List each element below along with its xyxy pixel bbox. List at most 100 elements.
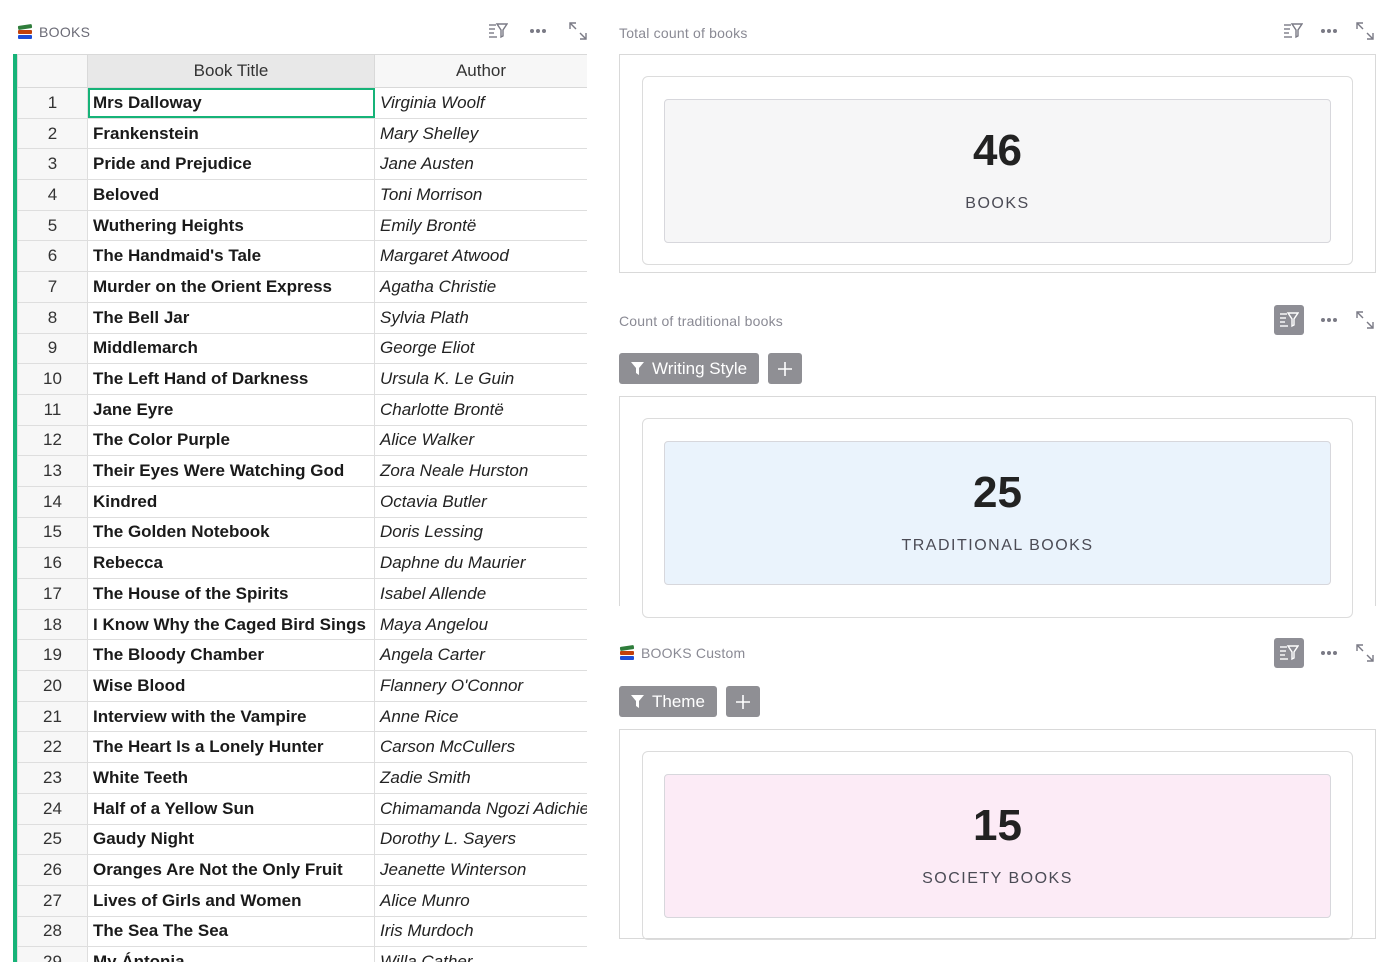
author-cell[interactable]: Willa Cather — [374, 946, 587, 962]
author-cell[interactable]: Daphne du Maurier — [374, 547, 587, 579]
book-title-cell[interactable]: The Bell Jar — [87, 301, 375, 334]
expand-icon[interactable] — [1354, 309, 1376, 331]
row-number-cell[interactable]: 18 — [17, 608, 88, 641]
total-count-title[interactable]: Total count of books — [619, 25, 748, 41]
table-row[interactable]: 17 The House of the Spirits Isabel Allende — [17, 578, 587, 610]
row-number-cell[interactable]: 16 — [17, 547, 88, 579]
row-number-cell[interactable]: 23 — [17, 762, 88, 794]
sort-filter-icon[interactable] — [1274, 305, 1304, 335]
row-number-cell[interactable]: 13 — [17, 455, 88, 487]
expand-icon[interactable] — [1354, 20, 1376, 42]
table-row[interactable]: 23 White Teeth Zadie Smith — [17, 762, 587, 794]
row-number-cell[interactable]: 4 — [17, 179, 88, 211]
book-title-cell[interactable]: I Know Why the Caged Bird Sings — [87, 608, 375, 641]
author-cell[interactable]: Toni Morrison — [374, 179, 587, 211]
row-number-header[interactable] — [17, 54, 88, 88]
author-cell[interactable]: Agatha Christie — [374, 271, 587, 303]
more-options-icon[interactable] — [527, 20, 549, 42]
book-title-cell[interactable]: The Handmaid's Tale — [87, 240, 375, 273]
column-header-book-title[interactable]: Book Title — [87, 54, 375, 88]
row-number-cell[interactable]: 28 — [17, 915, 88, 948]
table-row[interactable]: 15 The Golden Notebook Doris Lessing — [17, 516, 587, 549]
books-grid[interactable]: Book Title Author 1 Mrs Dalloway Virginia … — [13, 54, 587, 962]
book-title-cell[interactable]: Their Eyes Were Watching God — [87, 455, 375, 487]
expand-icon[interactable] — [567, 20, 589, 42]
book-title-cell[interactable]: Wise Blood — [87, 670, 375, 702]
author-cell[interactable]: Ursula K. Le Guin — [374, 363, 587, 395]
table-row[interactable]: 7 Murder on the Orient Express Agatha Chri… — [17, 271, 587, 303]
row-number-cell[interactable]: 6 — [17, 240, 88, 273]
book-title-cell[interactable]: The House of the Spirits — [87, 578, 375, 610]
author-cell[interactable]: Iris Murdoch — [374, 915, 587, 948]
author-cell[interactable]: Isabel Allende — [374, 578, 587, 610]
row-number-cell[interactable]: 2 — [17, 117, 88, 150]
row-number-cell[interactable]: 29 — [17, 946, 88, 962]
book-title-cell[interactable]: Interview with the Vampire — [87, 700, 375, 733]
author-cell[interactable]: Dorothy L. Sayers — [374, 823, 587, 856]
row-number-cell[interactable]: 10 — [17, 363, 88, 395]
table-row[interactable]: 10 The Left Hand of Darkness Ursula K. Le … — [17, 363, 587, 395]
book-title-cell[interactable]: The Heart Is a Lonely Hunter — [87, 731, 375, 764]
author-cell[interactable]: Carson McCullers — [374, 731, 587, 764]
author-cell[interactable]: Zora Neale Hurston — [374, 455, 587, 487]
row-number-cell[interactable]: 20 — [17, 670, 88, 702]
book-title-cell[interactable]: Half of a Yellow Sun — [87, 792, 375, 825]
table-row[interactable]: 14 Kindred Octavia Butler — [17, 485, 587, 518]
author-cell[interactable]: Charlotte Brontë — [374, 393, 587, 426]
book-title-cell[interactable]: Rebecca — [87, 547, 375, 579]
table-row[interactable]: 18 I Know Why the Caged Bird Sings Maya An… — [17, 608, 587, 641]
author-cell[interactable]: Alice Munro — [374, 884, 587, 917]
table-row[interactable]: 9 Middlemarch George Eliot — [17, 332, 587, 365]
row-number-cell[interactable]: 15 — [17, 516, 88, 549]
row-number-cell[interactable]: 24 — [17, 792, 88, 825]
book-title-cell[interactable]: The Sea The Sea — [87, 915, 375, 948]
books-custom-title[interactable]: BOOKS Custom — [619, 645, 745, 661]
row-number-cell[interactable]: 1 — [17, 87, 88, 119]
add-filter-button[interactable] — [768, 353, 803, 384]
book-title-cell[interactable]: The Left Hand of Darkness — [87, 363, 375, 395]
author-cell[interactable]: George Eliot — [374, 332, 587, 365]
row-number-cell[interactable]: 8 — [17, 301, 88, 334]
total-count-card[interactable]: 46 BOOKS — [664, 99, 1331, 243]
sort-filter-icon[interactable] — [1274, 638, 1304, 668]
table-row[interactable]: 4 Beloved Toni Morrison — [17, 179, 587, 211]
author-cell[interactable]: Virginia Woolf — [374, 87, 587, 119]
book-title-cell[interactable]: Gaudy Night — [87, 823, 375, 856]
author-cell[interactable]: Maya Angelou — [374, 608, 587, 641]
row-number-cell[interactable]: 27 — [17, 884, 88, 917]
table-row[interactable]: 5 Wuthering Heights Emily Brontë — [17, 209, 587, 242]
more-options-icon[interactable] — [1318, 309, 1340, 331]
book-title-cell[interactable]: My Ántonia — [87, 946, 375, 962]
row-number-cell[interactable]: 9 — [17, 332, 88, 365]
row-number-cell[interactable]: 12 — [17, 424, 88, 457]
book-title-cell[interactable]: Pride and Prejudice — [87, 148, 375, 181]
more-options-icon[interactable] — [1318, 642, 1340, 664]
table-row[interactable]: 6 The Handmaid's Tale Margaret Atwood — [17, 240, 587, 273]
table-row[interactable]: 2 Frankenstein Mary Shelley — [17, 117, 587, 150]
table-row[interactable]: 8 The Bell Jar Sylvia Plath — [17, 301, 587, 334]
table-row[interactable]: 26 Oranges Are Not the Only Fruit Jeanette… — [17, 854, 587, 886]
add-filter-button[interactable] — [725, 686, 760, 717]
author-cell[interactable]: Octavia Butler — [374, 485, 587, 518]
sort-filter-icon[interactable] — [487, 20, 509, 42]
row-number-cell[interactable]: 19 — [17, 639, 88, 672]
table-row[interactable]: 22 The Heart Is a Lonely Hunter Carson McC… — [17, 731, 587, 764]
row-number-cell[interactable]: 25 — [17, 823, 88, 856]
row-number-cell[interactable]: 7 — [17, 271, 88, 303]
book-title-cell[interactable]: Middlemarch — [87, 332, 375, 365]
author-cell[interactable]: Mary Shelley — [374, 117, 587, 150]
table-row[interactable]: 16 Rebecca Daphne du Maurier — [17, 547, 587, 579]
table-row[interactable]: 24 Half of a Yellow Sun Chimamanda Ngozi A… — [17, 792, 587, 825]
table-row[interactable]: 20 Wise Blood Flannery O'Connor — [17, 670, 587, 702]
author-cell[interactable]: Alice Walker — [374, 424, 587, 457]
author-cell[interactable]: Zadie Smith — [374, 762, 587, 794]
author-cell[interactable]: Chimamanda Ngozi Adichie — [374, 792, 587, 825]
author-cell[interactable]: Emily Brontë — [374, 209, 587, 242]
author-cell[interactable]: Sylvia Plath — [374, 301, 587, 334]
traditional-count-card[interactable]: 25 TRADITIONAL BOOKS — [664, 441, 1331, 585]
table-row[interactable]: 1 Mrs Dalloway Virginia Woolf — [17, 87, 587, 119]
row-number-cell[interactable]: 17 — [17, 578, 88, 610]
table-row[interactable]: 29 My Ántonia Willa Cather — [17, 946, 587, 962]
book-title-cell[interactable]: The Golden Notebook — [87, 516, 375, 549]
author-cell[interactable]: Angela Carter — [374, 639, 587, 672]
